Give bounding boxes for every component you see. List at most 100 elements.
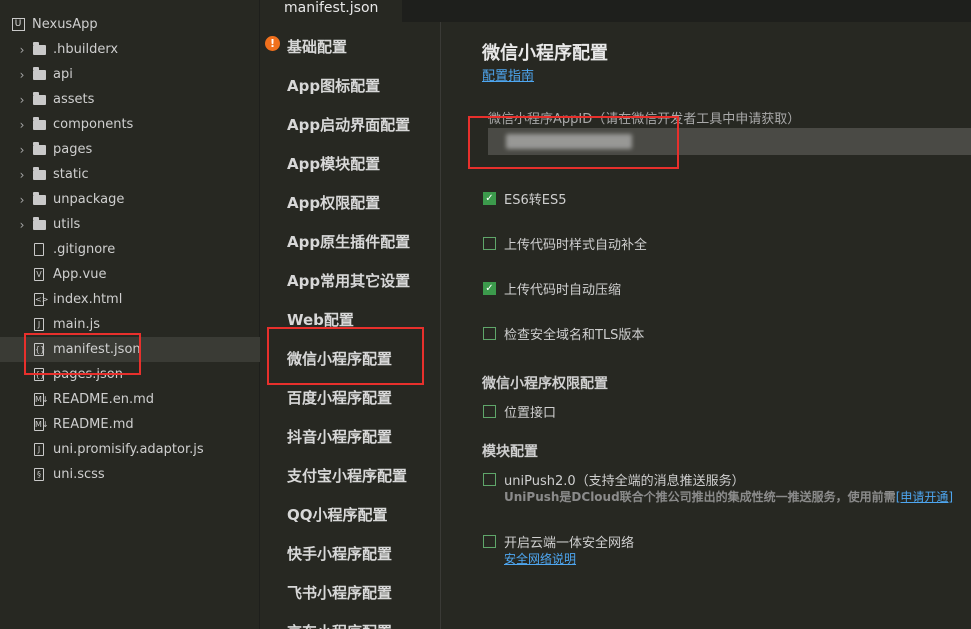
nav-item[interactable]: App图标配置 bbox=[287, 75, 380, 96]
tree-item[interactable]: ›utils bbox=[0, 212, 260, 237]
tree-item[interactable]: V App.vue bbox=[0, 262, 260, 287]
nav-item[interactable]: App模块配置 bbox=[287, 153, 380, 174]
tree-item[interactable]: M↓ README.md bbox=[0, 412, 260, 437]
tree-item[interactable]: › static bbox=[0, 162, 260, 187]
secure-network-label: 开启云端一体安全网络 bbox=[504, 532, 634, 551]
unipush-option[interactable]: uniPush2.0（支持全端的消息推送服务） bbox=[483, 470, 745, 489]
unipush-checkbox[interactable] bbox=[483, 473, 496, 486]
nav-item[interactable]: App原生插件配置 bbox=[287, 231, 410, 252]
editor-tab-bar: manifest.json bbox=[261, 0, 971, 22]
unipush-apply-link[interactable]: [申请开通] bbox=[896, 490, 953, 504]
folder-icon bbox=[29, 145, 49, 155]
file-icon bbox=[29, 243, 49, 256]
folder-icon bbox=[29, 170, 49, 180]
tree-item-label: components bbox=[53, 117, 133, 132]
chevron-right-icon[interactable]: › bbox=[15, 93, 29, 107]
file-icon: {} bbox=[29, 368, 49, 381]
tree-item-label: pages.json bbox=[53, 367, 123, 382]
nav-item[interactable]: App启动界面配置 bbox=[287, 114, 410, 135]
nav-item[interactable]: 支付宝小程序配置 bbox=[287, 465, 407, 486]
tree-item-label: uni.scss bbox=[53, 467, 105, 482]
file-explorer: U NexusApp ›.hbuilderx›api›assets›compon… bbox=[0, 0, 260, 629]
nav-item[interactable]: 飞书小程序配置 bbox=[287, 582, 392, 603]
tree-item[interactable]: › unpackage bbox=[0, 187, 260, 212]
file-icon: V bbox=[29, 268, 49, 281]
nav-item[interactable]: App权限配置 bbox=[287, 192, 380, 213]
chevron-right-icon[interactable]: › bbox=[15, 193, 29, 207]
tree-item-label: assets bbox=[53, 92, 94, 107]
chevron-right-icon[interactable]: › bbox=[15, 118, 29, 132]
compile-option[interactable]: 上传代码时样式自动补全 bbox=[483, 234, 647, 253]
checkbox-unchecked-icon[interactable] bbox=[483, 237, 496, 250]
file-icon: J bbox=[29, 443, 49, 456]
appid-redacted-value bbox=[506, 134, 632, 149]
tree-item[interactable]: <>index.html bbox=[0, 287, 260, 312]
tree-item[interactable]: {} manifest.json bbox=[0, 337, 260, 362]
settings-nav: ! 基础配置 App图标配置 App启动界面配置 App模块配置 App权限配置 App原… bbox=[261, 22, 441, 629]
nav-item[interactable]: 基础配置 bbox=[287, 36, 347, 57]
project-icon: U bbox=[8, 18, 28, 31]
checkbox-checked-icon[interactable]: ✓ bbox=[483, 192, 496, 205]
tree-item[interactable]: .gitignore bbox=[0, 237, 260, 262]
tree-item[interactable]: § uni.scss bbox=[0, 462, 260, 487]
tab-manifest-json[interactable]: manifest.json bbox=[261, 0, 402, 22]
chevron-right-icon[interactable]: › bbox=[15, 143, 29, 157]
tree-item[interactable]: {} pages.json bbox=[0, 362, 260, 387]
compile-option-label: 检查安全域名和TLS版本 bbox=[504, 324, 644, 343]
nav-item[interactable]: 微信小程序配置 bbox=[287, 348, 392, 369]
folder-icon bbox=[29, 120, 49, 130]
location-api-option[interactable]: 位置接口 bbox=[483, 402, 556, 421]
chevron-right-icon[interactable]: › bbox=[15, 168, 29, 182]
tree-item[interactable]: ›pages bbox=[0, 137, 260, 162]
unipush-label: uniPush2.0（支持全端的消息推送服务） bbox=[504, 470, 745, 489]
tree-item-label: manifest.json bbox=[53, 342, 141, 357]
file-icon: M↓ bbox=[29, 418, 49, 431]
chevron-right-icon[interactable]: › bbox=[15, 68, 29, 82]
warning-icon: ! bbox=[265, 36, 280, 51]
location-api-checkbox[interactable] bbox=[483, 405, 496, 418]
tree-item[interactable]: › components bbox=[0, 112, 260, 137]
tree-item-label: static bbox=[53, 167, 89, 182]
nav-item[interactable]: App常用其它设置 bbox=[287, 270, 410, 291]
settings-panel: 微信小程序配置 配置指南 微信小程序AppID（请在微信开发者工具中申请获取） … bbox=[442, 22, 971, 629]
checkbox-unchecked-icon[interactable] bbox=[483, 327, 496, 340]
nav-item[interactable]: 快手小程序配置 bbox=[287, 543, 392, 564]
tree-item-label: README.md bbox=[53, 417, 134, 432]
tree-item-label: unpackage bbox=[53, 192, 124, 207]
tree-item[interactable]: Juni.promisify.adaptor.js bbox=[0, 437, 260, 462]
compile-option-label: 上传代码时样式自动补全 bbox=[504, 234, 647, 253]
chevron-right-icon[interactable]: › bbox=[15, 218, 29, 232]
tree-item-label: .gitignore bbox=[53, 242, 115, 257]
nav-item[interactable]: QQ小程序配置 bbox=[287, 504, 388, 525]
nav-item[interactable]: 百度小程序配置 bbox=[287, 387, 392, 408]
tree-item-label: main.js bbox=[53, 317, 100, 332]
compile-option[interactable]: 检查安全域名和TLS版本 bbox=[483, 324, 644, 343]
secure-network-checkbox[interactable] bbox=[483, 535, 496, 548]
file-icon: § bbox=[29, 468, 49, 481]
tree-item-label: .hbuilderx bbox=[53, 42, 118, 57]
checkbox-checked-icon[interactable]: ✓ bbox=[483, 282, 496, 295]
nav-item[interactable]: 京东小程序配置 bbox=[287, 621, 392, 629]
nav-item[interactable]: 抖音小程序配置 bbox=[287, 426, 392, 447]
tree-item-label: App.vue bbox=[53, 267, 106, 282]
secure-network-doc-link[interactable]: 安全网络说明 bbox=[504, 550, 576, 567]
file-icon: {} bbox=[29, 343, 49, 356]
appid-label: 微信小程序AppID（请在微信开发者工具中申请获取） bbox=[488, 108, 800, 127]
tree-root[interactable]: U NexusApp bbox=[0, 12, 260, 37]
secure-network-option[interactable]: 开启云端一体安全网络 bbox=[483, 532, 634, 551]
location-api-label: 位置接口 bbox=[504, 402, 556, 421]
tree-item[interactable]: M↓README.en.md bbox=[0, 387, 260, 412]
compile-option[interactable]: ✓ES6转ES5 bbox=[483, 189, 566, 208]
tree-item[interactable]: Jmain.js bbox=[0, 312, 260, 337]
nav-item[interactable]: Web配置 bbox=[287, 309, 354, 330]
compile-option[interactable]: ✓上传代码时自动压缩 bbox=[483, 279, 621, 298]
chevron-right-icon[interactable]: › bbox=[15, 43, 29, 57]
section-title: 微信小程序配置 bbox=[482, 39, 608, 65]
tree-item[interactable]: › assets bbox=[0, 87, 260, 112]
folder-icon bbox=[29, 195, 49, 205]
tree-item[interactable]: › .hbuilderx bbox=[0, 37, 260, 62]
tree-item[interactable]: ›api bbox=[0, 62, 260, 87]
unipush-description: UniPush是DCloud联合个推公司推出的集成性统一推送服务，使用前需[申请… bbox=[504, 488, 953, 505]
folder-icon bbox=[29, 220, 49, 230]
config-guide-link[interactable]: 配置指南 bbox=[482, 65, 534, 84]
